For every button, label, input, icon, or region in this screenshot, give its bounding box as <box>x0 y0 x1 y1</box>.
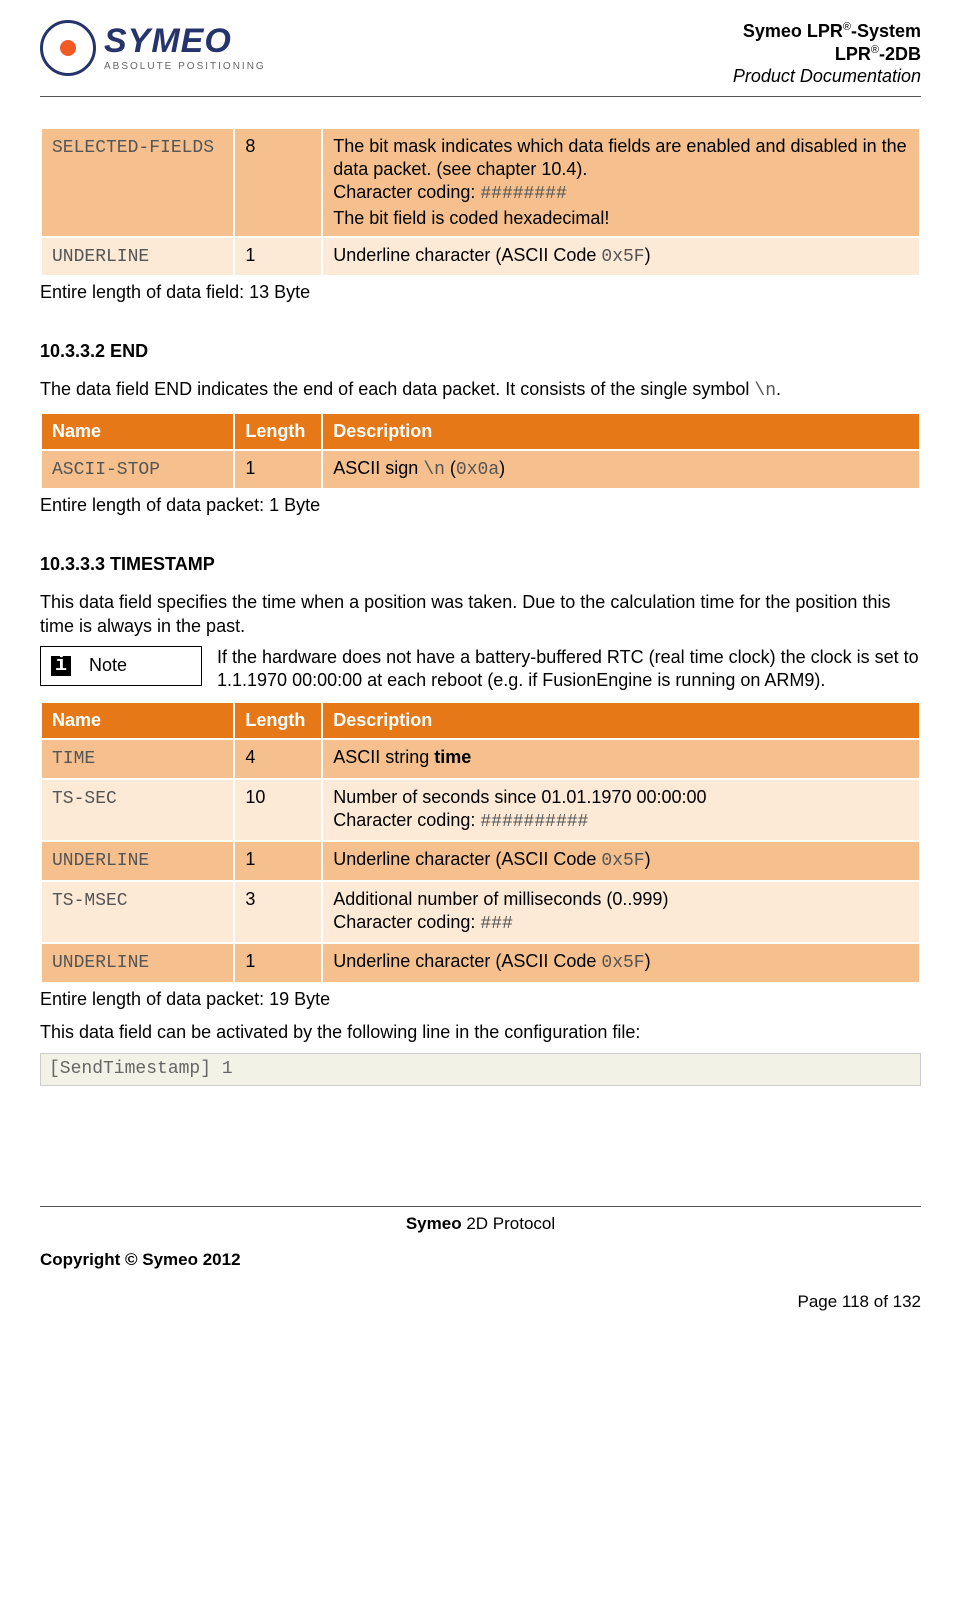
table-header-row: Name Length Description <box>41 413 920 450</box>
table-footer-text: Entire length of data packet: 19 Byte <box>40 988 921 1011</box>
table-row: UNDERLINE 1 Underline character (ASCII C… <box>41 237 920 276</box>
page-footer: Symeo 2D Protocol Copyright © Symeo 2012… <box>40 1206 921 1313</box>
note-icon-box: i Note <box>40 646 202 686</box>
table-end: Name Length Description ASCII-STOP 1 ASC… <box>40 412 921 491</box>
note-text: If the hardware does not have a battery-… <box>217 646 921 693</box>
section-heading-timestamp: 10.3.3.3 TIMESTAMP <box>40 553 921 576</box>
logo-icon <box>40 20 96 76</box>
note-label: Note <box>89 654 127 677</box>
header-titles: Symeo LPR®-System LPR®-2DB Product Docum… <box>733 20 921 88</box>
note-block: i Note If the hardware does not have a b… <box>40 646 921 693</box>
copyright: Copyright © Symeo 2012 <box>40 1249 921 1271</box>
page-header: SYMEO ABSOLUTE POSITIONING Symeo LPR®-Sy… <box>40 20 921 97</box>
table-selected-fields: SELECTED-FIELDS 8 The bit mask indicates… <box>40 127 921 278</box>
table-row: TS-MSEC 3 Additional number of milliseco… <box>41 881 920 944</box>
page-number: Page 118 of 132 <box>40 1291 921 1313</box>
table-timestamp: Name Length Description TIME 4 ASCII str… <box>40 701 921 984</box>
table-row: SELECTED-FIELDS 8 The bit mask indicates… <box>41 128 920 238</box>
table-header-row: Name Length Description <box>41 702 920 739</box>
table-footer-text: Entire length of data field: 13 Byte <box>40 281 921 304</box>
logo: SYMEO ABSOLUTE POSITIONING <box>40 20 266 76</box>
info-icon: i <box>51 656 71 676</box>
section-heading-end: 10.3.3.2 END <box>40 340 921 363</box>
config-intro: This data field can be activated by the … <box>40 1021 921 1044</box>
section-intro: The data field END indicates the end of … <box>40 378 921 403</box>
table-row: UNDERLINE 1 Underline character (ASCII C… <box>41 943 920 982</box>
table-row: TS-SEC 10 Number of seconds since 01.01.… <box>41 779 920 842</box>
table-footer-text: Entire length of data packet: 1 Byte <box>40 494 921 517</box>
section-intro: This data field specifies the time when … <box>40 591 921 638</box>
table-row: TIME 4 ASCII string time <box>41 739 920 778</box>
logo-text: SYMEO <box>104 24 266 58</box>
table-row: UNDERLINE 1 Underline character (ASCII C… <box>41 841 920 880</box>
table-row: ASCII-STOP 1 ASCII sign \n (0x0a) <box>41 450 920 489</box>
logo-subtext: ABSOLUTE POSITIONING <box>104 60 266 73</box>
config-code: [SendTimestamp] 1 <box>40 1053 921 1086</box>
